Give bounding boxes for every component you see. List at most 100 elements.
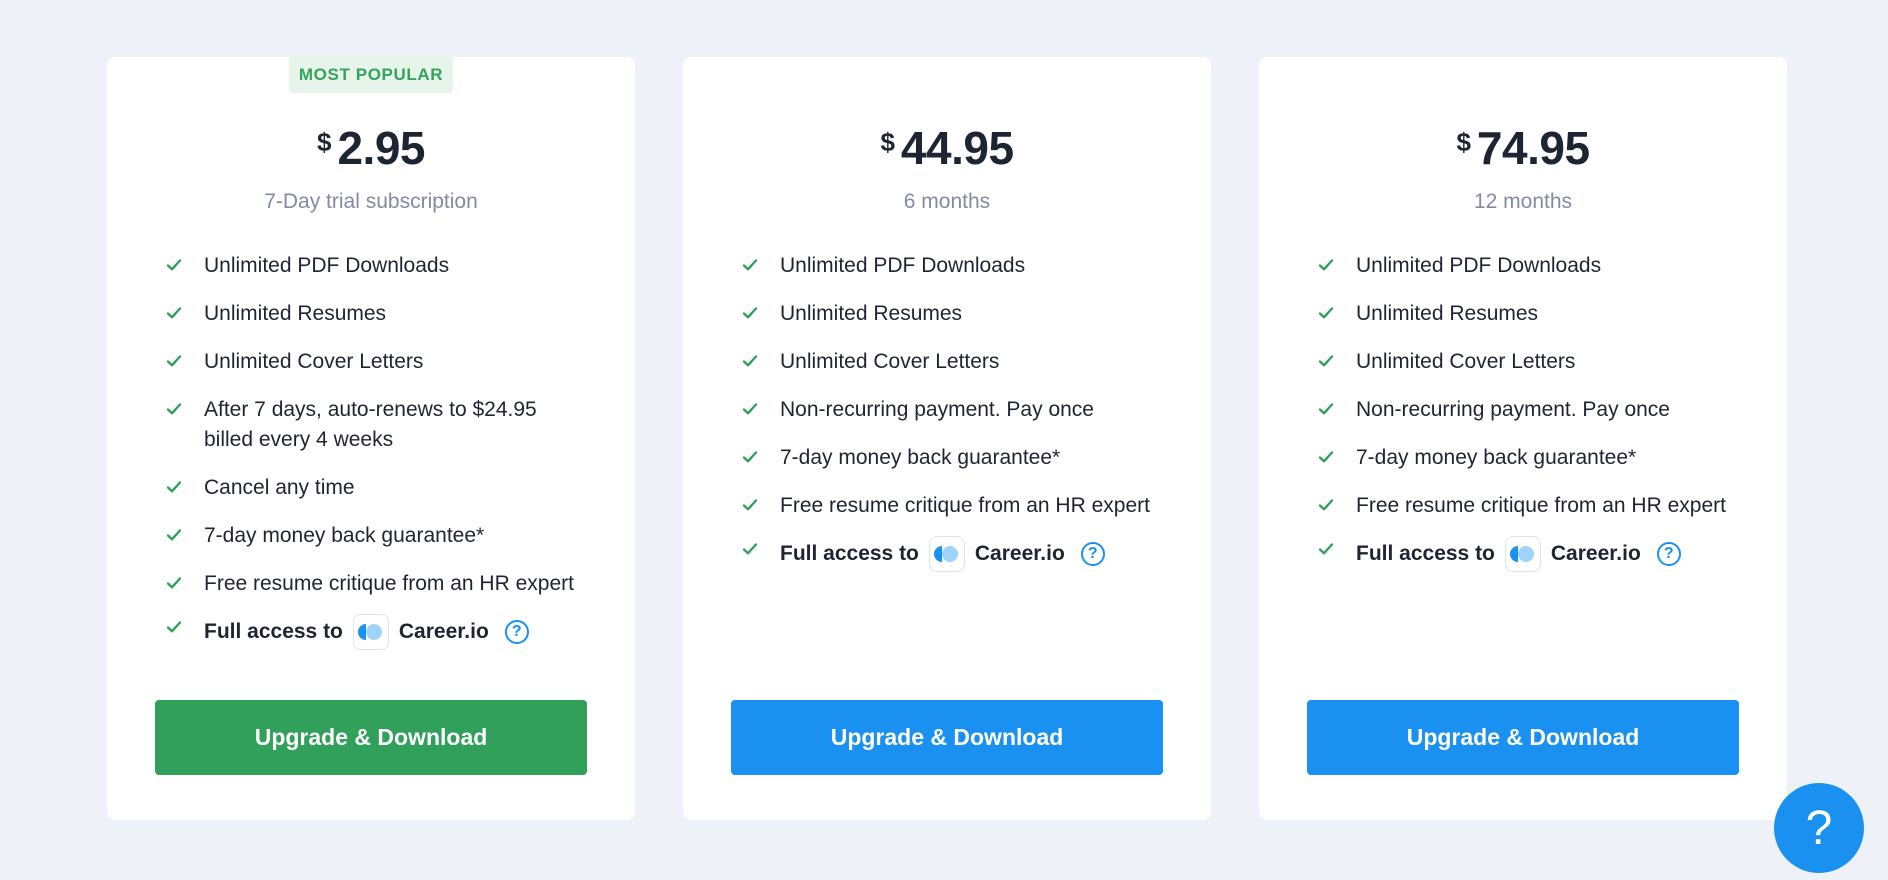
- plan-price: $44.95: [683, 121, 1211, 175]
- feature-item: Non-recurring payment. Pay once: [741, 395, 1171, 425]
- access-brand: Career.io: [974, 542, 1065, 565]
- feature-item: Free resume critique from an HR expert: [1317, 491, 1747, 521]
- check-icon: [165, 251, 185, 281]
- check-icon: [1317, 491, 1337, 521]
- access-label: Full access to: [204, 620, 343, 643]
- check-icon: [741, 299, 761, 329]
- feature-text: 7-day money back guarantee*: [1356, 446, 1637, 469]
- feature-text: Unlimited Cover Letters: [780, 350, 1000, 373]
- feature-item: Unlimited Resumes: [1317, 299, 1747, 329]
- check-icon: [741, 251, 761, 281]
- feature-text: Unlimited Cover Letters: [1356, 350, 1576, 373]
- price-amount: 44.95: [900, 122, 1014, 174]
- feature-text: Unlimited Resumes: [204, 302, 387, 325]
- career-access: Full access to Career.io ?: [780, 535, 1171, 573]
- feature-item: Free resume critique from an HR expert: [741, 491, 1171, 521]
- career-io-logo-icon: [352, 614, 389, 650]
- feature-item-career-access: Full access to Career.io ?: [741, 535, 1171, 573]
- upgrade-download-button[interactable]: Upgrade & Download: [155, 700, 587, 775]
- feature-item: Non-recurring payment. Pay once: [1317, 395, 1747, 425]
- career-access: Full access to Career.io ?: [204, 613, 595, 651]
- check-icon: [165, 613, 185, 643]
- feature-text: Free resume critique from an HR expert: [1356, 494, 1726, 517]
- feature-item: Free resume critique from an HR expert: [165, 569, 595, 599]
- help-chat-button[interactable]: ?: [1774, 783, 1864, 873]
- feature-item-career-access: Full access to Career.io ?: [1317, 535, 1747, 573]
- upgrade-download-button[interactable]: Upgrade & Download: [1307, 700, 1739, 775]
- check-icon: [741, 535, 761, 565]
- feature-item: Unlimited Cover Letters: [165, 347, 595, 377]
- check-icon: [165, 395, 185, 425]
- plan-price: $74.95: [1259, 121, 1787, 175]
- feature-item-career-access: Full access to Career.io ?: [165, 613, 595, 651]
- check-icon: [741, 443, 761, 473]
- check-icon: [741, 347, 761, 377]
- feature-item: After 7 days, auto-renews to $24.95 bill…: [165, 395, 595, 455]
- check-icon: [741, 491, 761, 521]
- feature-item: 7-day money back guarantee*: [1317, 443, 1747, 473]
- question-circle-icon[interactable]: ?: [1656, 542, 1681, 566]
- check-icon: [1317, 251, 1337, 281]
- feature-text: Unlimited Resumes: [780, 302, 963, 325]
- feature-text: Unlimited PDF Downloads: [780, 254, 1026, 277]
- question-circle-icon[interactable]: ?: [504, 620, 529, 644]
- check-icon: [165, 299, 185, 329]
- currency-symbol: $: [880, 127, 895, 157]
- feature-list: Unlimited PDF Downloads Unlimited Resume…: [165, 251, 595, 669]
- feature-text: Unlimited Resumes: [1356, 302, 1539, 325]
- check-icon: [1317, 395, 1337, 425]
- price-amount: 74.95: [1476, 122, 1590, 174]
- plan-price: $2.95: [107, 121, 635, 175]
- most-popular-badge: MOST POPULAR: [288, 57, 454, 93]
- feature-text: Free resume critique from an HR expert: [780, 494, 1150, 517]
- plan-period: 6 months: [903, 190, 991, 213]
- feature-item: 7-day money back guarantee*: [165, 521, 595, 551]
- feature-item: Unlimited PDF Downloads: [165, 251, 595, 281]
- plan-card-6-months: $44.95 6 months Unlimited PDF Downloads …: [683, 57, 1211, 820]
- upgrade-download-button[interactable]: Upgrade & Download: [731, 700, 1163, 775]
- feature-text: Unlimited PDF Downloads: [204, 254, 450, 277]
- check-icon: [1317, 443, 1337, 473]
- feature-text: 7-day money back guarantee*: [204, 524, 485, 547]
- check-icon: [1317, 535, 1337, 565]
- check-icon: [1317, 347, 1337, 377]
- price-amount: 2.95: [337, 122, 425, 174]
- feature-text: 7-day money back guarantee*: [780, 446, 1061, 469]
- currency-symbol: $: [317, 127, 332, 157]
- check-icon: [165, 521, 185, 551]
- feature-text: Free resume critique from an HR expert: [204, 572, 574, 595]
- check-icon: [165, 473, 185, 503]
- feature-item: 7-day money back guarantee*: [741, 443, 1171, 473]
- career-io-logo-icon: [928, 536, 965, 572]
- feature-text: Unlimited Cover Letters: [204, 350, 424, 373]
- feature-item: Unlimited PDF Downloads: [1317, 251, 1747, 281]
- plan-period: 7-Day trial subscription: [264, 190, 478, 213]
- feature-list: Unlimited PDF Downloads Unlimited Resume…: [1317, 251, 1747, 591]
- check-icon: [741, 395, 761, 425]
- currency-symbol: $: [1456, 127, 1471, 157]
- access-label: Full access to: [1356, 542, 1495, 565]
- feature-item: Unlimited PDF Downloads: [741, 251, 1171, 281]
- feature-item: Unlimited Cover Letters: [741, 347, 1171, 377]
- check-icon: [1317, 299, 1337, 329]
- access-label: Full access to: [780, 542, 919, 565]
- access-brand: Career.io: [1550, 542, 1641, 565]
- career-access: Full access to Career.io ?: [1356, 535, 1747, 573]
- feature-item: Unlimited Resumes: [741, 299, 1171, 329]
- check-icon: [165, 569, 185, 599]
- access-brand: Career.io: [398, 620, 489, 643]
- feature-text: Non-recurring payment. Pay once: [780, 398, 1094, 421]
- feature-text: Non-recurring payment. Pay once: [1356, 398, 1670, 421]
- feature-text: Unlimited PDF Downloads: [1356, 254, 1602, 277]
- feature-item: Unlimited Resumes: [165, 299, 595, 329]
- feature-item: Unlimited Cover Letters: [1317, 347, 1747, 377]
- feature-text: Cancel any time: [204, 476, 355, 499]
- feature-item: Cancel any time: [165, 473, 595, 503]
- career-io-logo-icon: [1504, 536, 1541, 572]
- plan-card-12-months: $74.95 12 months Unlimited PDF Downloads…: [1259, 57, 1787, 820]
- check-icon: [165, 347, 185, 377]
- plan-card-trial: MOST POPULAR $2.95 7-Day trial subscript…: [107, 57, 635, 820]
- feature-list: Unlimited PDF Downloads Unlimited Resume…: [741, 251, 1171, 591]
- feature-text: After 7 days, auto-renews to $24.95 bill…: [204, 398, 537, 451]
- question-circle-icon[interactable]: ?: [1080, 542, 1105, 566]
